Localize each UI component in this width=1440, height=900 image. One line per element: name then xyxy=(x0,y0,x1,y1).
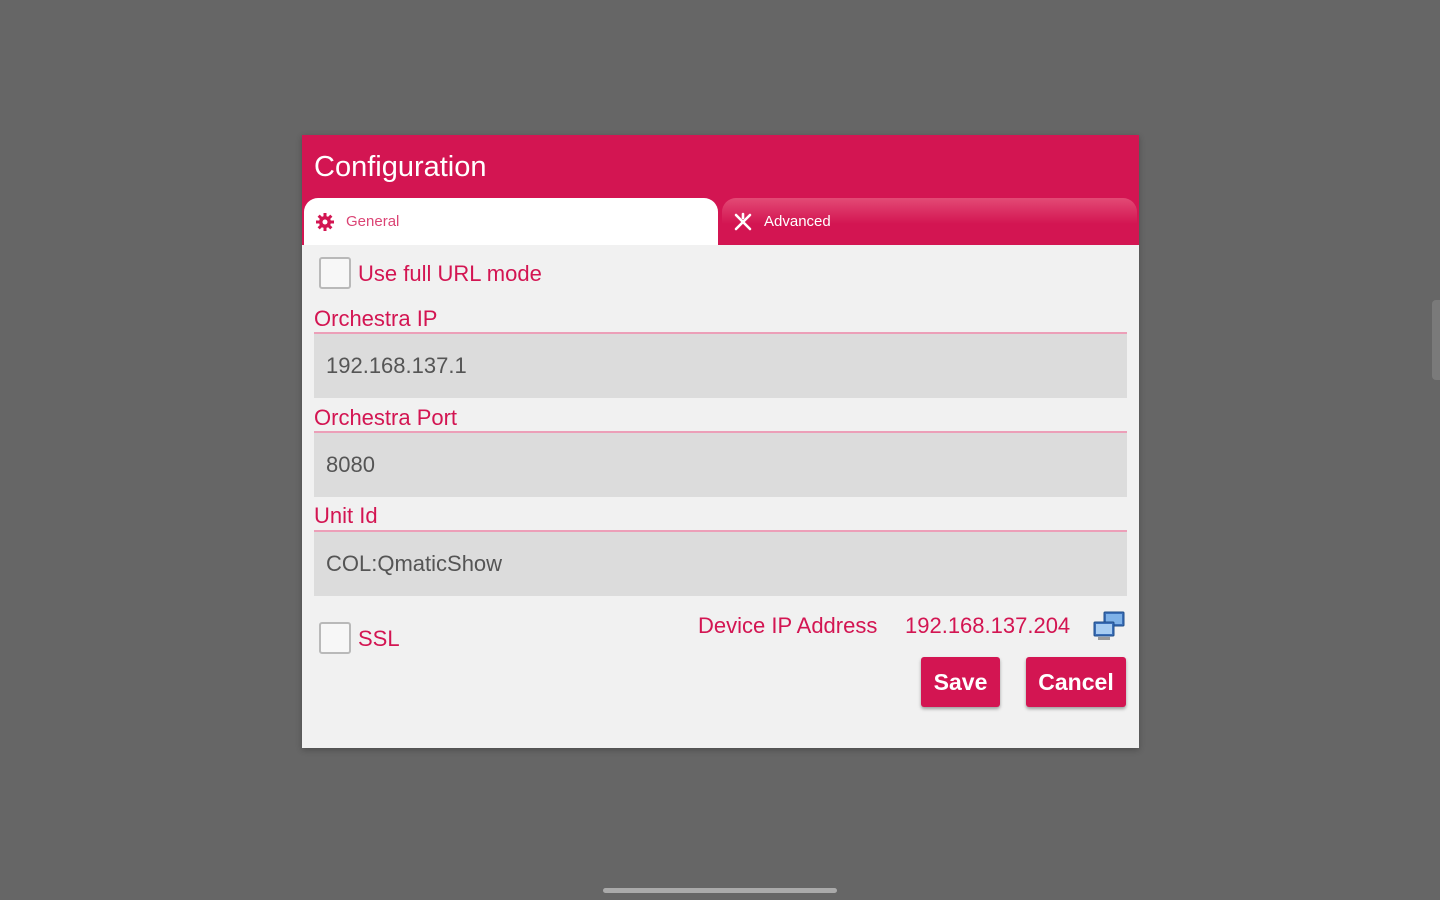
side-edge-handle[interactable] xyxy=(1432,300,1440,380)
tab-general-label: General xyxy=(346,213,400,230)
orchestra-port-label: Orchestra Port xyxy=(314,405,458,430)
dialog-title: Configuration xyxy=(314,151,487,183)
orchestra-ip-label: Orchestra IP xyxy=(314,306,438,331)
configuration-dialog: Configuration General Advanced Use full … xyxy=(302,135,1139,748)
cancel-button[interactable]: Cancel xyxy=(1026,657,1126,707)
orchestra-port-input[interactable]: 8080 xyxy=(314,431,1127,497)
tab-advanced[interactable]: Advanced xyxy=(722,198,1137,245)
ssl-checkbox[interactable] xyxy=(319,622,351,654)
tab-bar: General Advanced xyxy=(304,198,1137,245)
tools-icon xyxy=(732,211,754,233)
screen: Configuration General Advanced Use full … xyxy=(0,0,1440,900)
device-ip-value: 192.168.137.204 xyxy=(905,613,1071,638)
gear-icon xyxy=(314,211,336,233)
save-button[interactable]: Save xyxy=(921,657,1000,707)
tab-advanced-label: Advanced xyxy=(764,213,831,230)
network-icon[interactable] xyxy=(1092,610,1126,642)
tab-general[interactable]: General xyxy=(304,198,718,245)
ssl-label[interactable]: SSL xyxy=(358,626,400,652)
full-url-mode-label[interactable]: Use full URL mode xyxy=(358,261,542,287)
full-url-mode-checkbox[interactable] xyxy=(319,257,351,289)
unit-id-label: Unit Id xyxy=(314,503,378,528)
orchestra-ip-input[interactable]: 192.168.137.1 xyxy=(314,332,1127,398)
unit-id-input[interactable]: COL:QmaticShow xyxy=(314,530,1127,596)
navigation-handle[interactable] xyxy=(603,888,837,893)
general-settings-panel: Use full URL mode Orchestra IP 192.168.1… xyxy=(302,245,1139,748)
device-ip-label: Device IP Address xyxy=(698,613,878,638)
dialog-header: Configuration General Advanced xyxy=(302,135,1139,245)
